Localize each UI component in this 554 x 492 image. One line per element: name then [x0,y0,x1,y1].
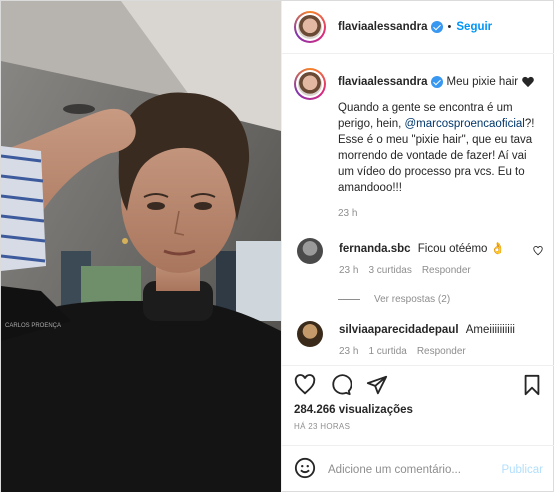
actions-bar: 284.266 visualizações HÁ 23 HORAS [282,365,554,431]
caption-avatar[interactable] [294,68,326,100]
thumbs-up-emoji-icon: 👌 [490,243,505,255]
comment-input[interactable] [328,463,502,476]
publish-button[interactable]: Publicar [501,464,543,476]
commenter-username[interactable]: silviaaparecidadepaul [339,324,459,336]
verified-badge-icon [430,21,443,33]
paper-plane-icon[interactable] [366,374,388,396]
post-header: flaviaalessandra • Seguir [282,1,554,54]
smiley-icon[interactable] [294,457,316,482]
author-username[interactable]: flaviaalessandra [338,21,428,33]
view-replies-button[interactable]: Ver respostas (2) [338,294,543,305]
comment-likes[interactable]: 1 curtida [368,346,406,357]
views-count[interactable]: 284.266 visualizações [294,404,543,416]
comments-section: flaviaalessandra Meu pixie hair Quando a… [282,54,554,365]
comment-time[interactable]: 23 h [339,346,358,357]
black-heart-emoji-icon [522,77,534,88]
post-age[interactable]: HÁ 23 HORAS [294,422,543,431]
commenter-avatar[interactable] [297,321,323,347]
reply-button[interactable]: Responder [417,346,466,357]
post-video[interactable]: CARLOS PROENÇA [1,1,281,492]
replies-divider [338,299,360,300]
add-comment-bar: Publicar [282,445,554,492]
follow-button[interactable]: Seguir [456,21,492,33]
comment-time[interactable]: 23 h [339,265,358,276]
video-frame: CARLOS PROENÇA [1,1,281,492]
bookmark-icon[interactable] [521,374,543,396]
comment-likes[interactable]: 3 curtidas [368,265,411,276]
heart-outline-icon[interactable] [533,246,543,256]
comment-text: Ficou otéémo [417,243,488,255]
author-avatar[interactable] [294,11,326,43]
commenter-username[interactable]: fernanda.sbc [339,243,411,255]
comment-item: fernanda.sbc Ficou otéémo 👌 23 h 3 curti… [294,238,543,276]
view-replies-label: Ver respostas (2) [374,294,451,305]
heart-outline-icon[interactable] [294,374,316,396]
separator-dot: • [447,21,452,33]
commenter-avatar[interactable] [297,238,323,264]
caption-title: Meu pixie hair [446,76,519,88]
caption-time: 23 h [338,208,358,219]
mention-link[interactable]: @marcosproencaoficial [405,118,525,130]
post-panel: flaviaalessandra • Seguir flaviaalessand… [281,1,554,492]
caption-username[interactable]: flaviaalessandra [338,74,428,90]
comment-text: Ameiiiiiiiiii [465,324,515,336]
post-dialog: CARLOS PROENÇA flaviaalessandra • Seguir… [0,0,554,492]
verified-badge-icon [430,76,443,88]
svg-text:CARLOS PROENÇA: CARLOS PROENÇA [5,323,61,329]
comment-bubble-icon[interactable] [330,374,352,396]
caption-text: Quando a gente se encontra é um perigo, … [338,100,543,196]
caption: flaviaalessandra Meu pixie hair Quando a… [294,68,543,222]
comment-item: silviaaparecidadepaul Ameiiiiiiiiii 23 h… [294,321,543,357]
reply-button[interactable]: Responder [422,265,471,276]
